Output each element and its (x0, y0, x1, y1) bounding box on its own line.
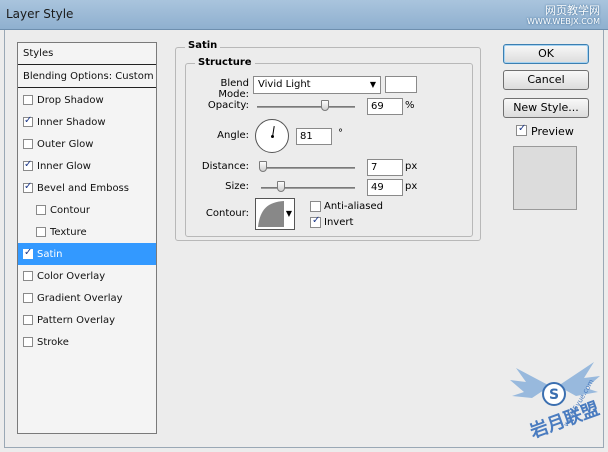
angle-dial-center (271, 135, 274, 138)
angle-label: Angle: (217, 130, 249, 141)
anti-aliased-label: Anti-aliased (324, 201, 384, 212)
preview-label: Preview (531, 125, 574, 138)
angle-value: 81 (300, 131, 313, 142)
style-item-drop-shadow[interactable]: Drop Shadow (18, 89, 156, 111)
cancel-button[interactable]: Cancel (503, 70, 589, 90)
blend-mode-value: Vivid Light (258, 79, 311, 90)
style-item-label: Contour (50, 204, 90, 216)
wings-logo-icon: S 岩月联盟 www.5yue.com (510, 362, 602, 443)
window-title: Layer Style (6, 7, 74, 21)
style-item-label: Drop Shadow (37, 94, 104, 106)
styles-header-label: Styles (23, 48, 54, 59)
angle-dial[interactable] (255, 119, 289, 153)
style-item-pattern-overlay[interactable]: Pattern Overlay (18, 309, 156, 331)
style-item-label: Color Overlay (37, 270, 106, 282)
distance-unit: px (405, 161, 418, 172)
preview-checkbox[interactable] (516, 123, 527, 136)
style-item-label: Outer Glow (37, 138, 94, 150)
style-item-checkbox[interactable] (23, 115, 33, 127)
style-item-label: Gradient Overlay (37, 292, 123, 304)
style-item-label: Inner Shadow (37, 116, 106, 128)
anti-aliased-checkbox[interactable] (310, 201, 321, 212)
watermark-top-url: WWW.WEBJX.COM (527, 17, 600, 26)
watermark-top: 网页教学网 WWW.WEBJX.COM (527, 2, 600, 26)
size-value: 49 (371, 182, 384, 193)
blending-options-label: Blending Options: Custom (23, 71, 154, 82)
blend-mode-label: Blend Mode: (218, 78, 249, 100)
style-item-checkbox[interactable] (23, 337, 33, 347)
contour-curve-icon (258, 201, 284, 227)
opacity-slider-track[interactable] (257, 106, 355, 108)
style-item-stroke[interactable]: Stroke (18, 331, 156, 353)
size-input[interactable]: 49 (367, 179, 403, 196)
style-item-checkbox[interactable] (36, 227, 46, 237)
style-item-texture[interactable]: Texture (18, 221, 156, 243)
style-item-contour[interactable]: Contour (18, 199, 156, 221)
style-item-checkbox[interactable] (23, 271, 33, 281)
style-item-checkbox[interactable] (23, 247, 33, 259)
svg-text:S: S (549, 387, 559, 403)
style-item-inner-shadow[interactable]: Inner Shadow (18, 111, 156, 133)
distance-slider-thumb[interactable] (259, 161, 267, 172)
chevron-down-icon: ▼ (369, 80, 376, 89)
opacity-value: 69 (371, 101, 384, 112)
size-unit: px (405, 181, 418, 192)
title-bar: Layer Style 网页教学网 WWW.WEBJX.COM (0, 0, 608, 30)
style-item-satin[interactable]: Satin (18, 243, 156, 265)
preview-swatch (513, 146, 577, 210)
watermark-top-text: 网页教学网 (545, 4, 600, 17)
invert-checkbox[interactable] (310, 215, 321, 228)
distance-slider-track[interactable] (261, 167, 355, 169)
style-item-label: Inner Glow (37, 160, 91, 172)
style-item-gradient-overlay[interactable]: Gradient Overlay (18, 287, 156, 309)
satin-color-swatch[interactable] (385, 76, 417, 93)
style-item-outer-glow[interactable]: Outer Glow (18, 133, 156, 155)
style-item-label: Satin (37, 248, 63, 260)
size-slider-thumb[interactable] (277, 181, 285, 192)
blending-options-item[interactable]: Blending Options: Custom (18, 66, 156, 88)
styles-header[interactable]: Styles (18, 43, 156, 65)
satin-legend: Satin (185, 40, 221, 51)
styles-list: Styles Blending Options: Custom Drop Sha… (17, 42, 157, 434)
angle-input[interactable]: 81 (296, 128, 332, 145)
distance-label: Distance: (201, 161, 249, 172)
style-item-label: Stroke (37, 336, 69, 348)
style-item-label: Pattern Overlay (37, 314, 116, 326)
style-item-checkbox[interactable] (23, 315, 33, 325)
watermark-logo: S 岩月联盟 www.5yue.com (506, 356, 602, 446)
style-item-checkbox[interactable] (23, 159, 33, 171)
opacity-label: Opacity: (207, 100, 249, 111)
style-item-bevel-and-emboss[interactable]: Bevel and Emboss (18, 177, 156, 199)
opacity-slider-thumb[interactable] (321, 100, 329, 111)
style-item-label: Bevel and Emboss (37, 182, 129, 194)
style-item-color-overlay[interactable]: Color Overlay (18, 265, 156, 287)
new-style-button[interactable]: New Style... (503, 98, 589, 118)
contour-picker[interactable]: ▼ (255, 198, 295, 230)
style-item-checkbox[interactable] (23, 139, 33, 149)
style-item-checkbox[interactable] (23, 95, 33, 105)
angle-unit: ° (338, 128, 343, 139)
style-item-checkbox[interactable] (23, 293, 33, 303)
size-label: Size: (225, 181, 249, 192)
opacity-unit: % (405, 100, 415, 111)
ok-button[interactable]: OK (503, 44, 589, 64)
size-slider-track[interactable] (261, 187, 355, 189)
style-item-inner-glow[interactable]: Inner Glow (18, 155, 156, 177)
style-item-checkbox[interactable] (23, 181, 33, 193)
blend-mode-select[interactable]: Vivid Light ▼ (253, 76, 381, 94)
invert-label: Invert (324, 217, 354, 228)
chevron-down-icon[interactable]: ▼ (286, 209, 292, 218)
contour-label: Contour: (205, 208, 249, 219)
style-item-label: Texture (50, 226, 87, 238)
distance-value: 7 (371, 162, 378, 173)
style-item-checkbox[interactable] (36, 205, 46, 215)
distance-input[interactable]: 7 (367, 159, 403, 176)
structure-legend: Structure (195, 57, 255, 68)
opacity-input[interactable]: 69 (367, 98, 403, 115)
